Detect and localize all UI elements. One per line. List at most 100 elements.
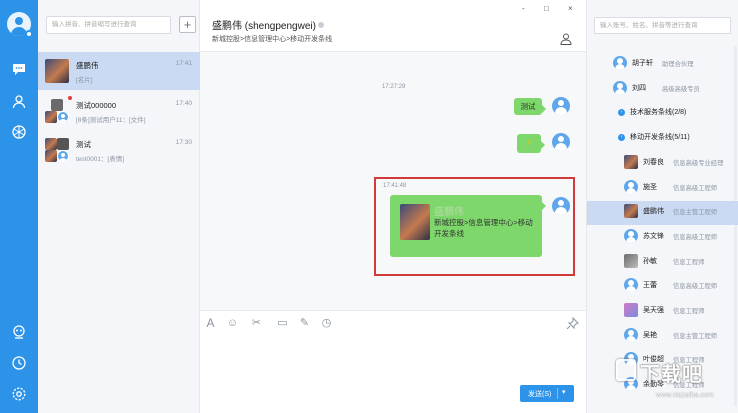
history-icon[interactable]: ◷ xyxy=(320,317,333,330)
session-preview: [8条]测试用户11：[文件] xyxy=(76,117,146,124)
session-time: 17:30 xyxy=(175,139,192,146)
contact-title: 信息高级工程师 xyxy=(673,184,718,192)
settings-icon[interactable] xyxy=(11,386,27,402)
left-nav xyxy=(0,0,38,413)
avatar xyxy=(624,204,638,219)
session-item[interactable]: 盛鹏伟 17:41 [名片] xyxy=(38,52,200,90)
contact-item[interactable]: 吴艳 信息主管工程师 xyxy=(587,325,738,349)
group-avatar xyxy=(45,138,69,162)
send-button[interactable]: 发送(S) ▾ xyxy=(520,385,574,402)
contact-title: 信息高级专业经理 xyxy=(673,159,724,167)
contact-item[interactable]: 胡子轩 助理合伙理 xyxy=(587,53,738,77)
send-options-icon[interactable]: ▾ xyxy=(562,388,566,396)
contact-name: 苏文锋 xyxy=(643,232,664,240)
contact-search-input[interactable]: 输入账号、姓名、拼音等进行查询 xyxy=(594,17,731,34)
session-item[interactable]: 测试 17:30 test0001：[表情] xyxy=(38,131,200,169)
avatar xyxy=(624,327,638,342)
contact-name: 吴天强 xyxy=(643,307,664,314)
clock-icon[interactable] xyxy=(11,355,27,371)
close-button[interactable]: × xyxy=(568,4,573,13)
offline-status-icon xyxy=(317,22,324,28)
folder-icon[interactable]: ▭ xyxy=(276,317,289,330)
contact-item[interactable]: 刘春良 信息高级专业经理 xyxy=(587,152,738,176)
contact-title: 信息高级工程师 xyxy=(673,283,718,291)
session-list: 输入拼音、拼音缩写进行查询 + 盛鹏伟 17:41 [名片] 测试000000 … xyxy=(38,0,200,413)
session-item[interactable]: 测试000000 17:40 [8条]测试用户11：[文件] xyxy=(38,92,200,130)
apps-icon[interactable] xyxy=(11,124,27,140)
message-bubble[interactable]: 测试 xyxy=(514,98,546,115)
input-toolbar: A ☺ ✂ ▭ ✎ ◷ xyxy=(200,310,586,336)
maximize-button[interactable]: □ xyxy=(544,4,549,13)
contact-item[interactable]: 吴天强 信息工程师 xyxy=(587,300,738,324)
avatar xyxy=(624,154,638,169)
contact-title: 信息高级工程师 xyxy=(673,233,718,241)
my-avatar xyxy=(552,133,570,151)
contact-item[interactable]: 刘四 高级高级专员 xyxy=(587,78,738,102)
expand-arrow-icon[interactable]: › xyxy=(618,134,625,142)
contact-item[interactable]: 苏文锋 信息高级工程师 xyxy=(587,226,738,250)
pin-icon[interactable] xyxy=(566,317,579,330)
contact-group[interactable]: › 移动开发条线(5/11) xyxy=(587,127,738,151)
contact-name: 盛鹏伟 xyxy=(643,208,664,216)
watermark-url: www.xiazaiba.com xyxy=(656,392,714,399)
session-name: 测试000000 xyxy=(76,101,117,110)
my-avatar xyxy=(552,97,570,115)
avatar xyxy=(624,253,638,268)
session-search-input[interactable]: 输入拼音、拼音缩写进行查询 xyxy=(46,16,171,34)
contact-title: 助理合伙理 xyxy=(662,61,694,68)
emoji-icon[interactable]: ☺ xyxy=(226,317,239,330)
font-icon[interactable]: A xyxy=(204,317,217,330)
contact-item[interactable]: 施圣 信息高级工程师 xyxy=(587,177,738,201)
avatar xyxy=(624,278,638,293)
session-preview: [名片] xyxy=(76,77,93,84)
chat-subtitle: 新城控股>信息管理中心>移动开发条线 xyxy=(212,36,333,43)
chat-window: 盛鹏伟 (shengpengwei) 新城控股>信息管理中心>移动开发条线 - … xyxy=(200,0,586,413)
contact-title: 高级高级专员 xyxy=(662,85,700,93)
session-time: 17:40 xyxy=(175,100,192,107)
contact-item[interactable]: 孙敏 信息工程师 xyxy=(587,251,738,275)
avatar xyxy=(45,59,69,83)
session-name: 测试 xyxy=(76,140,91,149)
contact-name: 胡子轩 xyxy=(632,60,653,67)
group-name: 移动开发条线(5/11) xyxy=(630,134,690,142)
contact-item[interactable]: 王蕾 信息高级工程师 xyxy=(587,275,738,299)
session-preview: test0001：[表情] xyxy=(76,156,125,163)
minimize-button[interactable]: - xyxy=(522,4,525,13)
chat-title: 盛鹏伟 (shengpengwei) xyxy=(212,17,324,32)
robot-icon[interactable] xyxy=(11,324,27,340)
contact-title: 信息工程师 xyxy=(673,258,705,266)
avatar xyxy=(624,179,638,194)
expand-arrow-icon[interactable]: › xyxy=(618,109,625,117)
session-name: 盛鹏伟 xyxy=(76,61,99,70)
contacts-icon[interactable] xyxy=(11,94,27,110)
contact-name: 吴艳 xyxy=(643,331,657,339)
lightning-emoji-bubble[interactable]: ⚡ xyxy=(517,134,545,153)
contact-name: 刘四 xyxy=(632,84,646,92)
message-input[interactable] xyxy=(200,336,586,382)
highlight-box xyxy=(374,177,575,276)
contact-group[interactable]: › 技术服务条线(2/8) xyxy=(587,102,738,126)
contact-title: 信息主管工程师 xyxy=(673,332,718,340)
avatar xyxy=(613,80,627,95)
group-avatar xyxy=(45,99,69,123)
contact-title: 信息工程师 xyxy=(673,308,705,315)
contact-title: 信息主管工程师 xyxy=(673,209,718,217)
group-name: 技术服务条线(2/8) xyxy=(630,109,687,117)
avatar xyxy=(624,303,638,317)
profile-icon[interactable] xyxy=(560,33,572,45)
watermark-logo xyxy=(616,359,636,381)
online-status-icon xyxy=(25,30,33,38)
contact-item[interactable]: 盛鹏伟 信息主管工程师 xyxy=(587,201,738,226)
shake-icon[interactable]: ✎ xyxy=(298,317,311,330)
chat-header: 盛鹏伟 (shengpengwei) 新城控股>信息管理中心>移动开发条线 - … xyxy=(200,0,586,52)
contact-name: 王蕾 xyxy=(643,282,657,290)
chat-icon[interactable] xyxy=(11,61,27,77)
add-session-button[interactable]: + xyxy=(179,16,196,33)
screenshot-icon[interactable]: ✂ xyxy=(250,317,263,330)
watermark-text: 下载吧 xyxy=(640,362,703,386)
unread-dot xyxy=(68,96,72,100)
contact-name: 施圣 xyxy=(643,183,657,191)
message-time: 17:27:29 xyxy=(382,84,406,90)
contact-name: 刘春良 xyxy=(643,158,664,166)
send-label: 发送(S) xyxy=(528,391,552,398)
